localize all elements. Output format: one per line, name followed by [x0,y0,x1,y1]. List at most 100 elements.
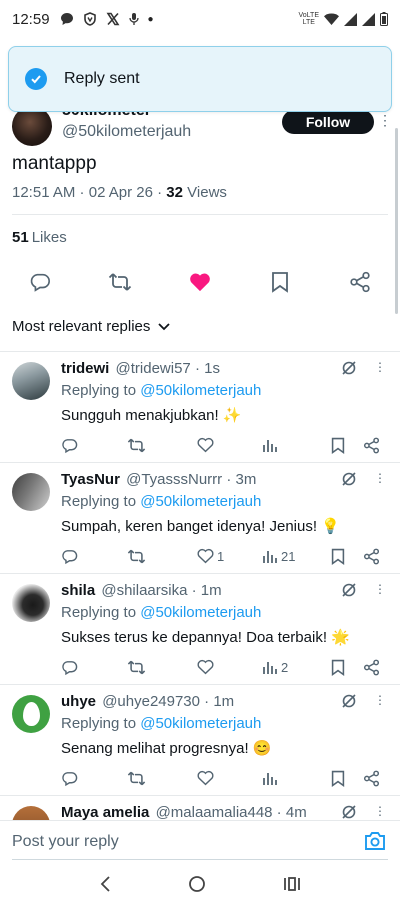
reply-action-bar [61,768,381,788]
bookmark-icon[interactable] [331,548,345,565]
avatar[interactable] [12,106,52,146]
share-icon[interactable] [363,437,380,454]
bookmark-icon[interactable] [331,770,345,787]
reply-item[interactable]: tridewi @tridewi57 · 1s Replying to @50k… [0,351,400,462]
input-underline [12,859,388,860]
reply-time: 1m [213,693,235,710]
analytics-icon [263,773,277,785]
bookmark-icon[interactable] [331,437,345,454]
view-count: 2 [281,659,289,675]
avatar[interactable] [12,362,50,400]
like-button[interactable] [197,659,217,675]
more-options-icon[interactable]: ⋮ [374,582,386,596]
reply-input[interactable]: Post your reply [12,833,119,851]
views-button[interactable] [262,437,281,453]
views-button[interactable] [262,770,281,786]
reply-icon[interactable] [20,271,60,293]
repost-icon[interactable] [127,437,146,454]
reply-header: shila @shilaarsika · 1m [61,582,222,599]
like-filled-icon[interactable] [180,272,220,292]
repost-icon[interactable] [100,271,140,293]
likes-summary[interactable]: 51 Likes [12,229,67,246]
like-button[interactable] [197,770,217,786]
bookmark-icon[interactable] [260,271,300,293]
reply-author-name[interactable]: Maya amelia [61,804,149,820]
post-action-bar [20,268,380,296]
notification-icons: ● [60,12,154,26]
share-icon[interactable] [363,659,380,676]
recents-icon[interactable] [283,876,301,897]
avatar[interactable] [12,695,50,733]
reply-icon[interactable] [61,659,78,676]
bookmark-icon[interactable] [331,659,345,676]
more-options-icon[interactable]: ⋮ [374,360,386,374]
more-options-icon[interactable]: ⋮ [378,112,392,129]
more-dot-icon: ● [147,13,154,25]
reply-author-name[interactable]: shila [61,582,95,599]
replying-to: Replying to @50kilometerjauh [61,604,261,621]
reply-text: Sukses terus ke depannya! Doa terbaik! 🌟 [61,629,350,646]
repost-icon[interactable] [127,548,146,565]
reply-item[interactable]: Maya amelia @malaamalia448 · 4m ⋮ [0,795,400,820]
views-count: 32 [166,184,183,201]
reply-author-name[interactable]: tridewi [61,360,109,377]
reply-author-handle: @uhye249730 [102,693,200,710]
more-options-icon[interactable]: ⋮ [374,471,386,485]
grok-icon[interactable] [341,582,357,603]
reply-icon[interactable] [61,548,78,565]
reply-text: Senang melihat progresnya! 😊 [61,740,272,757]
heart-icon [197,659,214,675]
replying-to: Replying to @50kilometerjauh [61,493,261,510]
reply-header: TyasNur @TyasssNurrr · 3m [61,471,257,488]
check-circle-icon [25,68,47,90]
camera-icon[interactable] [364,831,386,856]
reply-item[interactable]: shila @shilaarsika · 1m Replying to @50k… [0,573,400,684]
replies-sort-dropdown[interactable]: Most relevant replies [12,318,171,335]
repost-icon[interactable] [127,659,146,676]
back-icon[interactable] [99,876,111,897]
mention-link[interactable]: @50kilometerjauh [140,493,261,510]
share-icon[interactable] [340,271,380,293]
chevron-down-icon [158,322,171,330]
mention-link[interactable]: @50kilometerjauh [140,715,261,732]
repost-icon[interactable] [127,770,146,787]
x-logo-icon [106,12,120,26]
author-handle[interactable]: @50kilometerjauh [62,123,191,141]
reply-icon[interactable] [61,770,78,787]
reply-icon[interactable] [61,437,78,454]
like-button[interactable] [197,437,217,453]
grok-icon[interactable] [341,360,357,381]
more-options-icon[interactable]: ⋮ [374,804,386,818]
status-bar: 12:59 ● VoLTE LTE [0,0,400,38]
mention-link[interactable]: @50kilometerjauh [140,604,261,621]
avatar[interactable] [12,806,50,820]
views-button[interactable]: 21 [262,548,295,564]
reply-author-name[interactable]: TyasNur [61,471,120,488]
share-icon[interactable] [363,548,380,565]
reply-item[interactable]: TyasNur @TyasssNurrr · 3m Replying to @5… [0,462,400,573]
reply-header: tridewi @tridewi57 · 1s [61,360,220,377]
follow-button[interactable]: Follow [282,110,374,134]
vpn-shield-icon [83,12,96,26]
microphone-icon [128,13,139,25]
volte-label: VoLTE LTE [299,12,320,26]
signal-2-icon [362,12,375,26]
home-icon[interactable] [188,875,206,898]
reply-item[interactable]: uhye @uhye249730 · 1m Replying to @50kil… [0,684,400,795]
grok-icon[interactable] [341,471,357,492]
avatar[interactable] [12,473,50,511]
mention-link[interactable]: @50kilometerjauh [140,382,261,399]
views-button[interactable]: 2 [262,659,288,675]
reply-action-bar: 1 21 [61,546,381,566]
like-button[interactable]: 1 [197,548,224,564]
avatar[interactable] [12,584,50,622]
reply-time: 1m [200,582,222,599]
scrollbar[interactable] [395,128,398,314]
replying-prefix: Replying to [61,382,137,399]
more-options-icon[interactable]: ⋮ [374,693,386,707]
grok-icon[interactable] [341,693,357,714]
view-count: 21 [281,548,296,564]
share-icon[interactable] [363,770,380,787]
reply-author-name[interactable]: uhye [61,693,96,710]
grok-icon[interactable] [341,804,357,820]
